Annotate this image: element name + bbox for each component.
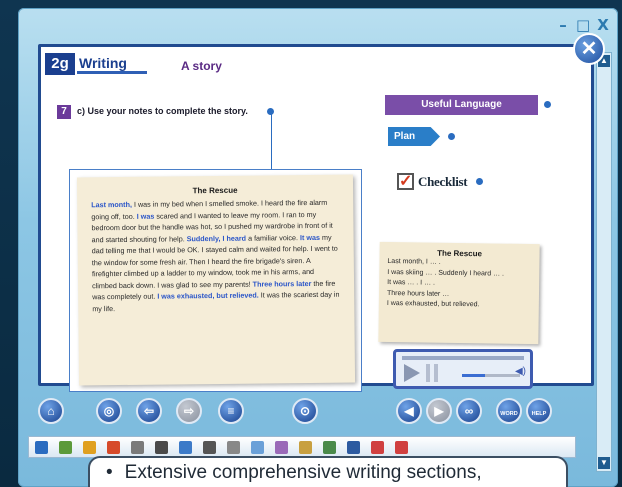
page-subtitle: A story [181,59,222,73]
drawing-toolbar [28,436,576,458]
close-icon[interactable]: ✕ [573,33,605,65]
story-key-phrase: I was [136,211,155,221]
fill-tool-icon[interactable] [227,440,240,454]
word-check-button[interactable]: WORD CHECK [496,398,522,442]
story-key-phrase: Suddenly, I heard [186,233,247,243]
caption-text: Extensive comprehensive writing sections… [124,462,482,483]
play-icon[interactable] [404,364,420,382]
outline-note: The Rescue Last month, I … . I was skiin… [378,241,540,345]
audio-button[interactable]: ◎ [96,398,122,424]
checklist-label: Checklist [418,173,468,189]
audio-player: ◀) [393,349,533,389]
section-title: Writing [79,55,127,71]
volume-slider[interactable] [462,374,520,377]
next-page-button[interactable]: ▶ [426,398,452,424]
text-tool-icon[interactable] [131,440,144,454]
story-title: The Rescue [192,185,238,196]
help-label: HELP [531,411,547,417]
plan-dot-icon[interactable] [447,132,456,141]
maximize-button[interactable]: □ [576,18,590,33]
undo-tool-icon[interactable] [323,440,336,454]
unit-badge: 2g [45,53,75,75]
pen-tool-icon[interactable] [83,440,96,454]
lasso-tool-icon[interactable] [59,440,72,454]
story-key-phrase: It was [299,232,321,242]
clear-tool-icon[interactable] [395,440,408,454]
spotlight-tool-icon[interactable] [275,440,288,454]
highlighter-tool-icon[interactable] [107,440,120,454]
minimize-button[interactable]: – [556,18,570,33]
checklist-button[interactable]: ✓ Checklist [397,173,485,190]
back-button[interactable]: ⇦ [136,398,162,424]
story-key-phrase: Three hours later [252,278,312,289]
plan-button[interactable]: Plan [388,127,440,146]
redo-tool-icon[interactable] [347,440,360,454]
story-key-phrase: Last month, [91,199,132,210]
story-key-phrase: I was exhausted, but relieved. [157,290,259,301]
help-button[interactable]: HELP [526,398,552,424]
forward-button[interactable]: ⇨ [176,398,202,424]
shape-tool-icon[interactable] [179,440,192,454]
scroll-down-icon[interactable]: ▼ [598,457,610,469]
delete-tool-icon[interactable] [371,440,384,454]
color-picker-icon[interactable] [251,440,264,454]
eraser-tool-icon[interactable] [155,440,168,454]
close-window-button[interactable]: X [596,18,610,33]
title-underline [77,71,147,74]
story-paper: The Rescue Last month, I was in my bed w… [76,174,356,386]
checkmark-icon: ✓ [397,173,414,190]
pause-icon[interactable] [426,364,438,382]
caption-box: • Extensive comprehensive writing section… [88,456,568,487]
line-tool-icon[interactable] [203,440,216,454]
home-button[interactable]: ⌂ [38,398,64,424]
book-page: 2g Writing A story ✕ 7 c) Use your notes… [38,33,605,392]
bullet-icon: • [106,462,113,483]
story-text: Last month, I was in my bed when I smell… [91,197,340,315]
search-button[interactable]: ⊙ [292,398,318,424]
menu-button[interactable]: ≡ [218,398,244,424]
window-controls: – □ X [556,18,610,33]
zoom-tool-icon[interactable] [299,440,312,454]
useful-language-button[interactable]: Useful Language [385,95,538,115]
checklist-dot-icon[interactable] [475,177,485,186]
audio-progress-bar[interactable] [402,356,524,360]
previous-page-button[interactable]: ◀ [396,398,422,424]
link-button[interactable]: ∞ [456,398,482,424]
useful-language-dot-icon[interactable] [543,100,552,109]
story-panel: The Rescue Last month, I was in my bed w… [69,169,362,392]
story-segment: a familiar voice. [245,232,301,243]
speaker-icon: ◀) [514,366,526,377]
pointer-tool-icon[interactable] [35,440,48,454]
task-instruction: c) Use your notes to complete the story. [77,106,248,116]
task-number: 7 [57,105,71,119]
vertical-scrollbar[interactable]: ▲ ▼ [596,52,612,472]
outline-line: I was exhausted, but relieved. [386,299,480,309]
connector-line [271,113,272,171]
navigation-bar: ⌂ ◎ ⇦ ⇨ ≡ ⊙ ◀ ▶ ∞ WORD CHECK HELP [38,398,568,442]
